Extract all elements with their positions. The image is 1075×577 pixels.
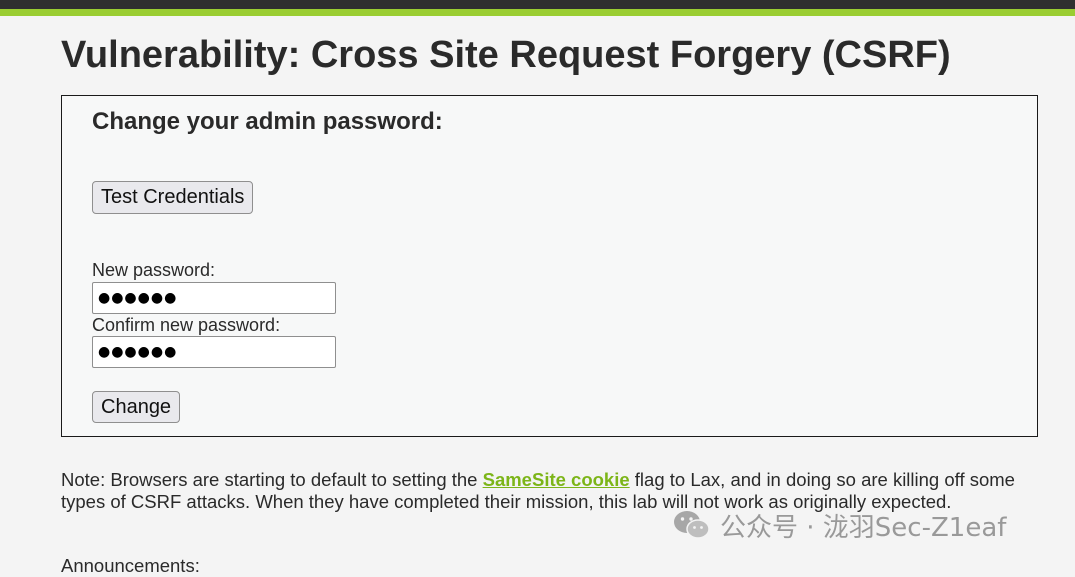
change-button[interactable]: Change: [92, 391, 181, 423]
top-bar-accent: [0, 9, 1075, 16]
new-password-label: New password:: [92, 260, 216, 280]
page-title: Vulnerability: Cross Site Request Forger…: [61, 34, 951, 76]
password-change-panel: Change your admin password: Test Credent…: [61, 95, 1038, 437]
test-credentials-button[interactable]: Test Credentials: [92, 181, 254, 214]
new-password-field[interactable]: [92, 282, 336, 314]
samesite-cookie-link[interactable]: SameSite cookie: [483, 469, 630, 490]
announcements-label: Announcements:: [61, 555, 200, 576]
confirm-password-field[interactable]: [92, 336, 336, 368]
confirm-password-label: Confirm new password:: [92, 315, 281, 335]
form-heading: Change your admin password:: [92, 108, 443, 135]
note-prefix: Note: Browsers are starting to default t…: [61, 469, 483, 490]
watermark-text: 公众号 · 泷羽Sec-Z1eaf: [720, 512, 1007, 543]
top-bar: [0, 0, 1075, 9]
watermark: 公众号 · 泷羽Sec-Z1eaf: [672, 505, 1006, 545]
wechat-icon: [674, 511, 710, 539]
